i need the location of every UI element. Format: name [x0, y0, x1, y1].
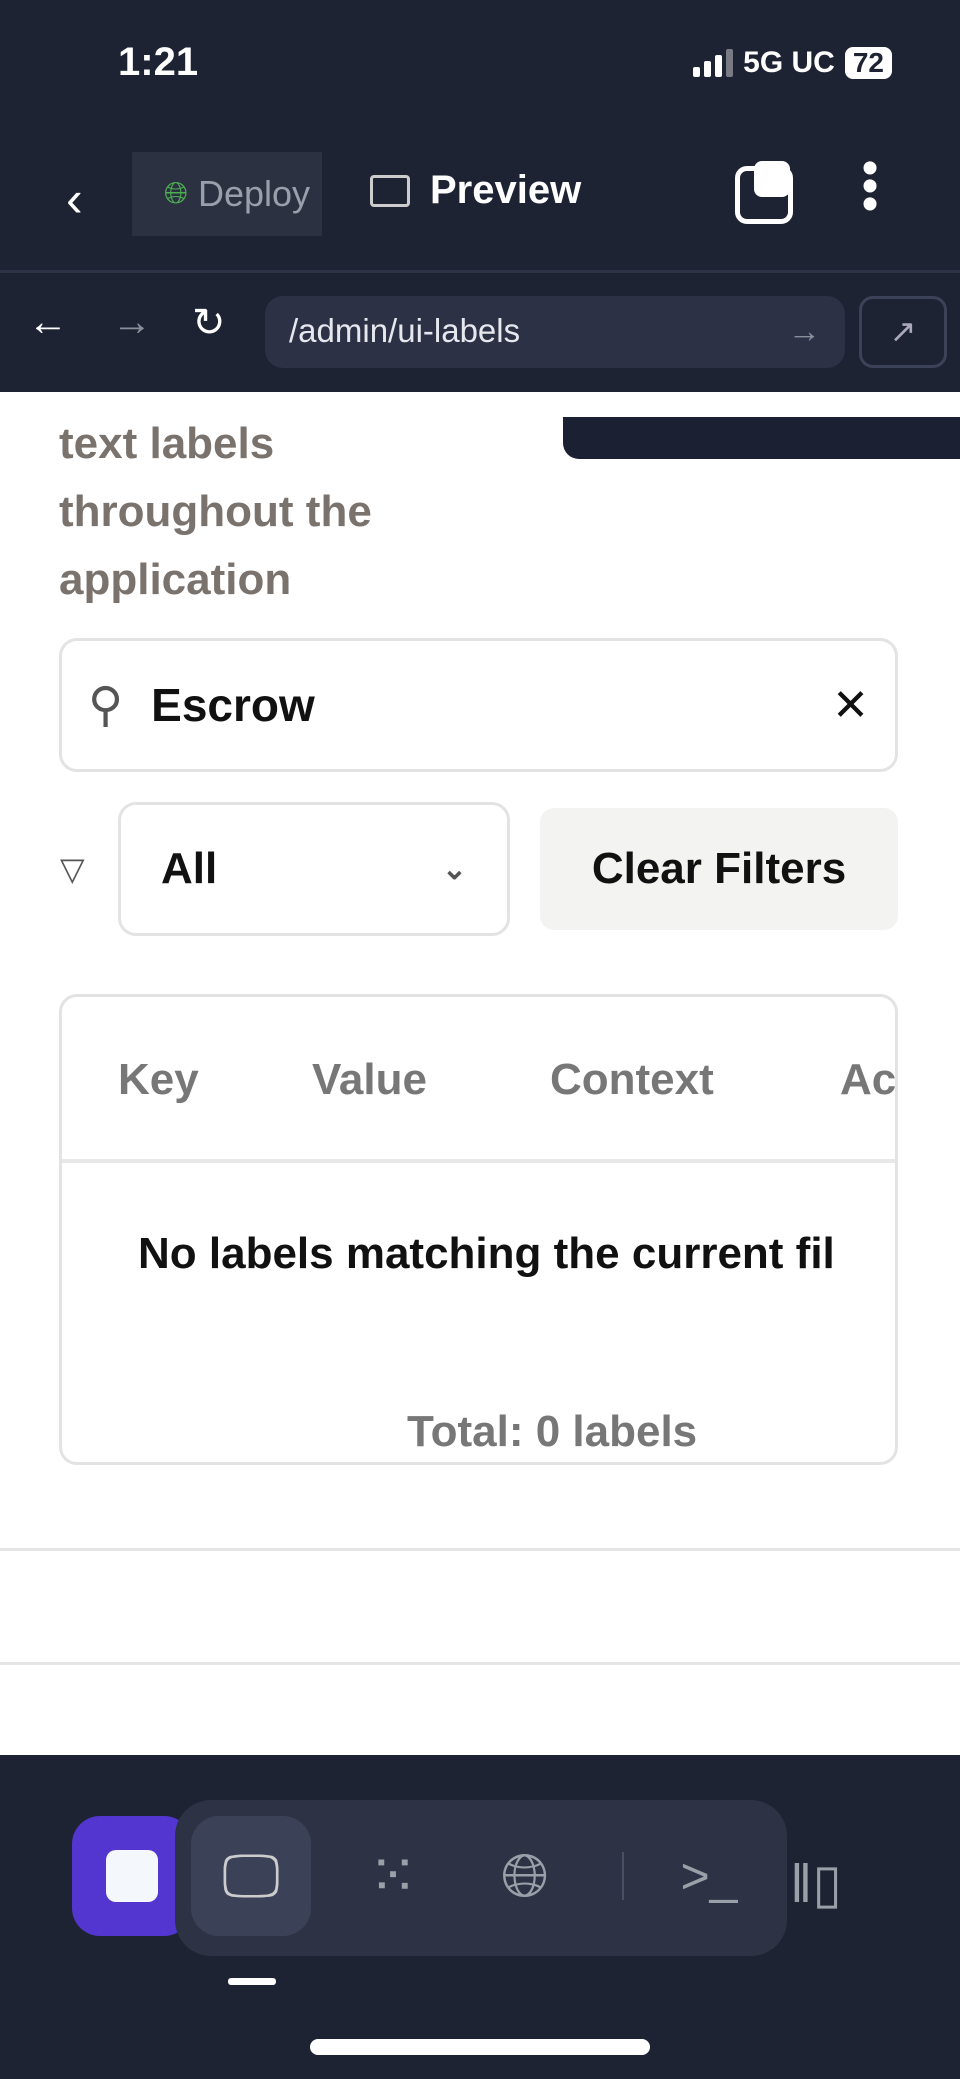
stop-button[interactable] [72, 1816, 192, 1936]
signal-icon [693, 49, 734, 77]
empty-message: No labels matching the current fil [138, 1229, 835, 1278]
terminal-icon[interactable]: >_ [649, 1816, 769, 1936]
clear-filters-button[interactable]: Clear Filters [540, 808, 898, 930]
tabs-icon[interactable] [735, 161, 793, 224]
deploy-globe-icon[interactable]: 🌐︎ [465, 1816, 585, 1936]
url-text: /admin/ui-labels [289, 312, 521, 349]
monitor-icon [370, 174, 410, 207]
filter-select[interactable]: All ⌄ [118, 802, 510, 936]
back-icon[interactable]: ‹ [66, 170, 83, 228]
stop-icon [106, 1850, 158, 1902]
divider [0, 270, 960, 273]
browser-back-icon[interactable]: ← [28, 300, 68, 345]
divider [0, 1662, 960, 1665]
preview-label: Preview [430, 168, 582, 212]
filter-icon: ▽ [60, 851, 85, 887]
search-field[interactable]: ⚲ ✕ [59, 638, 898, 772]
deploy-button[interactable]: 🌐︎ Deploy [132, 152, 322, 236]
globe-upload-icon: 🌐︎ [164, 177, 188, 210]
active-indicator [228, 1978, 276, 1985]
status-time: 1:21 [118, 40, 199, 84]
header-block [563, 417, 960, 459]
more-icon[interactable]: • • • [860, 145, 880, 229]
network-label: 5G UC [743, 46, 835, 79]
divider [0, 1548, 960, 1551]
status-icons: 5G UC 72 [693, 46, 892, 80]
search-input[interactable] [151, 678, 833, 732]
browser-forward-icon[interactable]: → [112, 300, 152, 345]
dots-grid-icon[interactable]: ⁙ [333, 1816, 453, 1936]
reload-icon[interactable]: ↻ [192, 300, 226, 346]
go-icon[interactable]: → [788, 312, 821, 352]
column-key[interactable]: Key [118, 1055, 199, 1105]
column-value[interactable]: Value [312, 1055, 427, 1105]
table-header: Key Value Context Ac [62, 997, 895, 1163]
clear-search-icon[interactable]: ✕ [832, 680, 869, 731]
page-description: text labels throughout the application [59, 419, 372, 604]
bottom-nav: 🖵︎ ⁙ 🌐︎ >_ [175, 1800, 787, 1956]
filter-selected: All [161, 844, 218, 893]
chevron-down-icon: ⌄ [441, 852, 467, 886]
total-count: Total: 0 labels [407, 1407, 698, 1456]
home-indicator[interactable] [310, 2039, 650, 2055]
column-context[interactable]: Context [550, 1055, 714, 1105]
labels-table: Key Value Context Ac No labels matching … [59, 994, 898, 1465]
battery-icon: 72 [844, 47, 892, 79]
separator [622, 1852, 624, 1900]
url-bar[interactable]: /admin/ui-labels → [265, 296, 845, 368]
deploy-label: Deploy [198, 173, 311, 214]
monitor-nav-button[interactable]: 🖵︎ [191, 1816, 311, 1936]
devices-icon[interactable]: ‖▯ [790, 1852, 842, 1915]
search-icon: ⚲ [88, 679, 124, 732]
open-external-icon[interactable]: ↗ [859, 296, 947, 368]
column-actions[interactable]: Ac [840, 1055, 895, 1105]
preview-button[interactable]: Preview [370, 168, 581, 213]
